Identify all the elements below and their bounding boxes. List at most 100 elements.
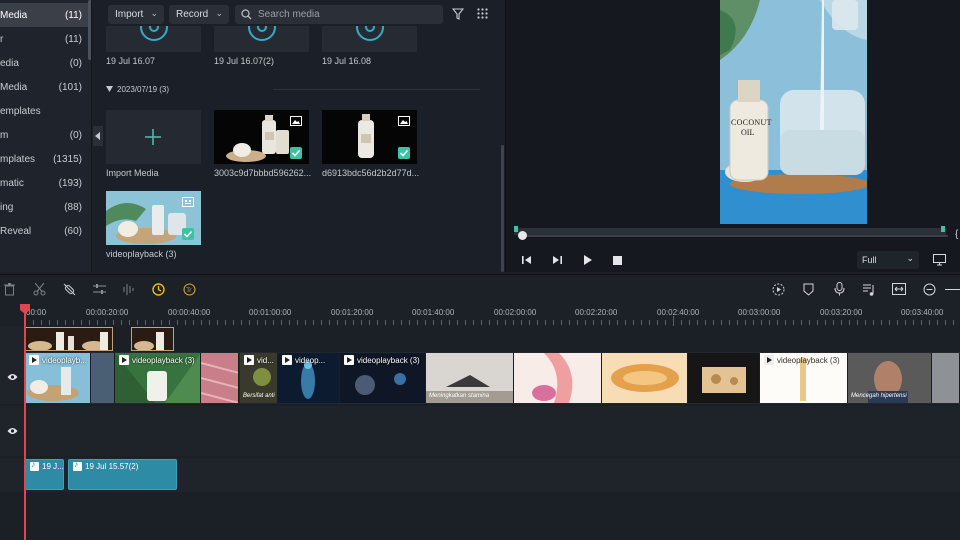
- clip-title-text: videoplayback (3): [777, 355, 840, 365]
- ruler-tick: [889, 320, 890, 325]
- grid-view-icon[interactable]: [477, 8, 488, 19]
- sidebar-item-templates[interactable]: emplates: [0, 99, 91, 123]
- step-back-icon[interactable]: [522, 255, 532, 265]
- preview-trim-bar[interactable]: [514, 228, 946, 235]
- ruler-tick: [201, 320, 202, 325]
- sidebar-item-reveal[interactable]: Reveal (60): [0, 219, 91, 243]
- filter-icon[interactable]: [452, 8, 464, 20]
- music-list-icon[interactable]: [863, 283, 876, 296]
- video-clip[interactable]: videoplayback (3): [115, 353, 201, 403]
- marker-shield-icon[interactable]: [803, 283, 814, 296]
- ruler-tick: [129, 320, 130, 325]
- ruler-label: 00:02:40:00: [657, 308, 700, 317]
- sidebar-item-custom[interactable]: m (0): [0, 123, 91, 147]
- video-clip[interactable]: videoplayb...: [25, 353, 91, 403]
- import-dropdown[interactable]: Import ⌄: [108, 5, 164, 24]
- video-clip[interactable]: [91, 353, 115, 403]
- video-clip[interactable]: videoplayback (3): [760, 353, 848, 403]
- zoom-slider[interactable]: [945, 289, 960, 290]
- sidebar-item-label: Media: [0, 81, 28, 93]
- video-clip-icon: [119, 355, 129, 365]
- audio-clip[interactable]: 19 Jul 15.57(2): [68, 459, 177, 490]
- ruler-tick: [481, 320, 482, 325]
- step-forward-icon[interactable]: [552, 255, 562, 265]
- media-thumbnail[interactable]: [322, 26, 417, 52]
- media-thumbnail[interactable]: [214, 26, 309, 52]
- search-media-input[interactable]: Search media: [235, 5, 443, 24]
- clip-title-text: videoplayb...: [42, 355, 87, 365]
- playhead-knob[interactable]: [518, 231, 527, 240]
- media-caption: 19 Jul 16.07: [106, 56, 156, 66]
- playhead-handle-icon[interactable]: [20, 304, 30, 314]
- video-clip[interactable]: Mencegah hipertensi: [848, 353, 932, 403]
- timeline-playhead[interactable]: [24, 305, 26, 540]
- record-dropdown[interactable]: Record ⌄: [169, 5, 229, 24]
- sidebar-scrollbar[interactable]: [88, 0, 91, 60]
- zoom-select[interactable]: Full ⌄: [857, 251, 919, 269]
- ruler-tick: [593, 320, 594, 325]
- video-clip[interactable]: videoplayback (3): [340, 353, 426, 403]
- import-label: Import: [115, 9, 144, 20]
- media-scrollbar[interactable]: [501, 145, 504, 272]
- microphone-icon[interactable]: [834, 282, 845, 296]
- media-thumbnail[interactable]: [106, 26, 201, 52]
- video-clip[interactable]: [602, 353, 688, 403]
- trim-in-marker[interactable]: [514, 226, 518, 232]
- audio-clip[interactable]: 19 J...: [25, 459, 64, 490]
- chevron-down-icon: ⌄: [150, 8, 158, 18]
- auto-enhance-icon[interactable]: Tr: [183, 283, 196, 296]
- audio-wave-icon[interactable]: [123, 283, 136, 296]
- eye-icon[interactable]: [7, 373, 18, 381]
- eye-icon[interactable]: [7, 427, 18, 435]
- preview-progress-track[interactable]: [518, 235, 948, 237]
- sidebar-item-label: Media: [0, 9, 28, 21]
- collapse-triangle-icon[interactable]: [106, 86, 113, 92]
- sidebar-item-project[interactable]: r (11): [0, 27, 91, 51]
- sidebar-item-count: (1315): [53, 153, 82, 165]
- render-preview-icon[interactable]: [772, 283, 785, 296]
- sidebar-item-ing[interactable]: ing (88): [0, 195, 91, 219]
- stop-icon[interactable]: [613, 256, 622, 265]
- sidebar-item-count: (60): [64, 225, 82, 237]
- video-clip[interactable]: [514, 353, 602, 403]
- video-clip[interactable]: Meningkatkan stamina: [426, 353, 514, 403]
- trim-out-marker[interactable]: [941, 226, 945, 232]
- image-clip[interactable]: [131, 327, 174, 351]
- media-thumbnail[interactable]: [214, 110, 309, 164]
- collapse-panel-button[interactable]: [93, 126, 103, 146]
- ruler-tick: [753, 320, 754, 325]
- zoom-out-icon[interactable]: [923, 283, 936, 296]
- media-thumbnail[interactable]: [322, 110, 417, 164]
- trash-icon[interactable]: [4, 283, 15, 296]
- import-media-tile[interactable]: [106, 110, 201, 164]
- ruler-label: 00:02:20:00: [575, 308, 618, 317]
- video-clip[interactable]: [932, 353, 960, 403]
- ruler-tick: [409, 320, 410, 325]
- fit-timeline-icon[interactable]: [892, 283, 906, 295]
- ruler-tick: [897, 320, 898, 325]
- video-clip[interactable]: [201, 353, 239, 403]
- scissors-icon[interactable]: [33, 283, 46, 296]
- sidebar-item-sample-media[interactable]: Media (101): [0, 75, 91, 99]
- media-thumbnail[interactable]: [106, 191, 201, 245]
- image-clip[interactable]: [25, 327, 113, 351]
- video-clip[interactable]: [688, 353, 760, 403]
- sidebar-item-cinematic[interactable]: matic (193): [0, 171, 91, 195]
- adjust-icon[interactable]: [93, 283, 106, 296]
- play-icon[interactable]: [583, 255, 593, 265]
- ruler-tick: [513, 320, 514, 325]
- music-note-icon: [30, 459, 39, 471]
- sidebar-item-all-templates[interactable]: mplates (1315): [0, 147, 91, 171]
- ruler-tick: [521, 320, 522, 325]
- video-clip[interactable]: vid... Bersifat anti: [240, 353, 278, 403]
- ruler-tick: [369, 320, 370, 325]
- speed-icon[interactable]: [152, 283, 165, 296]
- video-clip[interactable]: videop...: [278, 353, 340, 403]
- detach-icon[interactable]: [63, 283, 76, 296]
- screen-display-icon[interactable]: [933, 254, 946, 266]
- clip-thumbnail: [201, 353, 238, 403]
- sidebar-item-shared-media[interactable]: edia (0): [0, 51, 91, 75]
- timeline-ruler[interactable]: 00:00 00:00:20:00 00:00:40:00 00:01:00:0…: [0, 304, 960, 326]
- sidebar-item-media[interactable]: Media (11): [0, 3, 91, 27]
- ruler-tick: [697, 320, 698, 325]
